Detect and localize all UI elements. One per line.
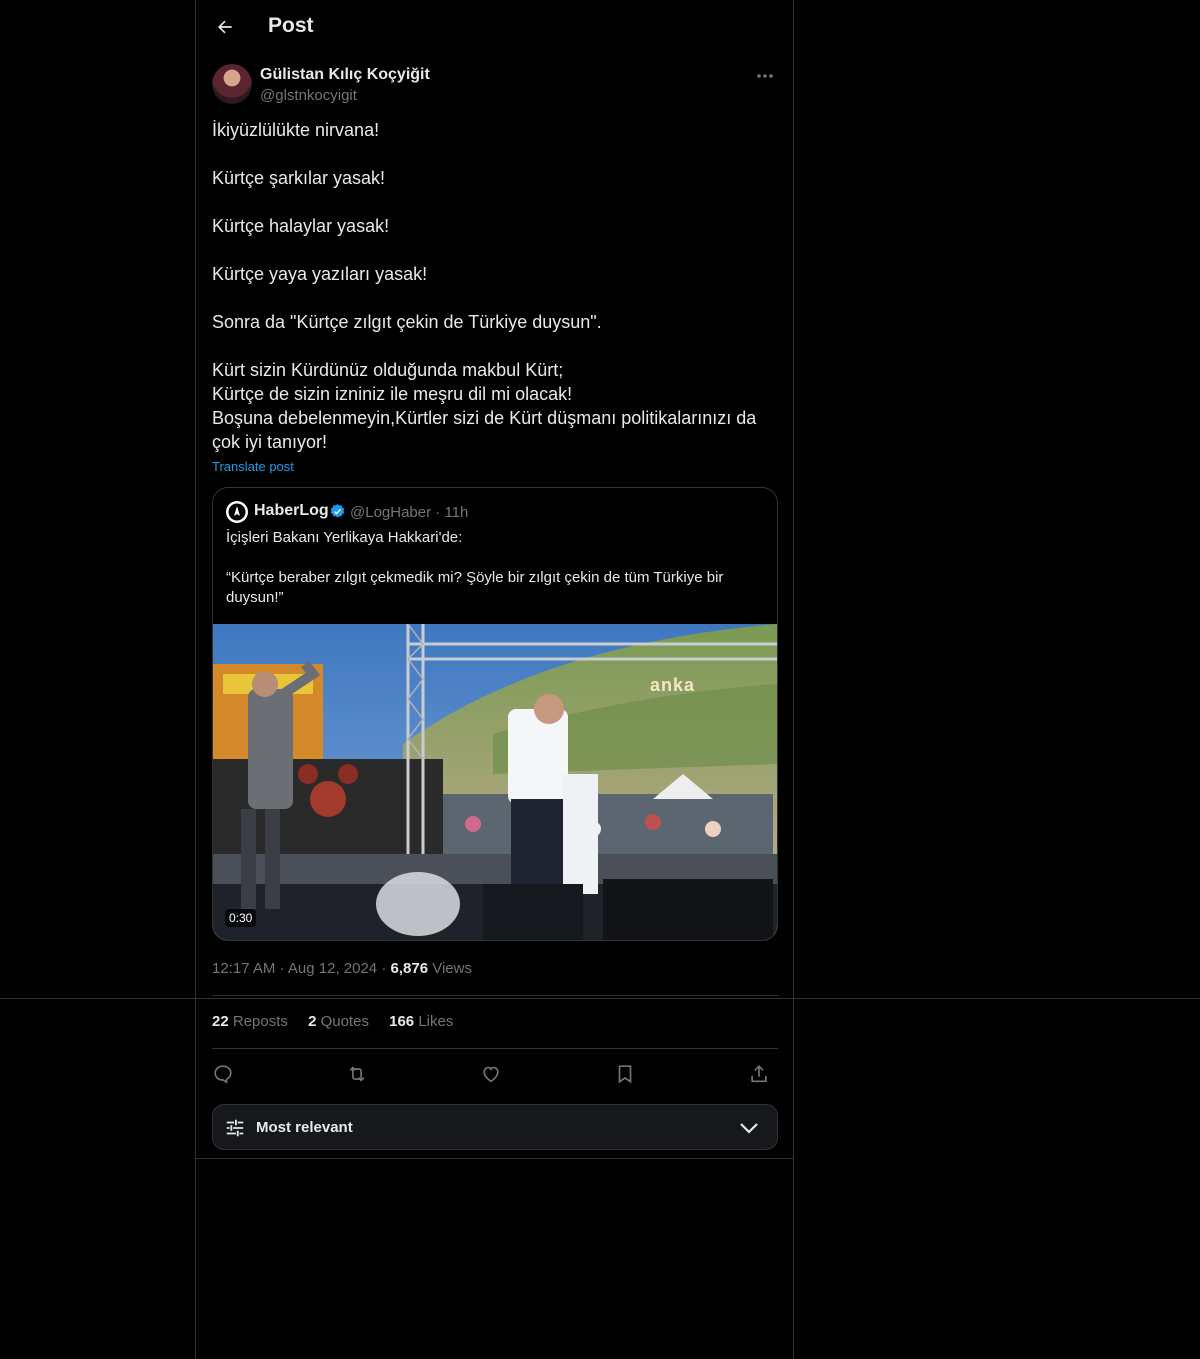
post-text-line: Kürtçe de sizin izniniz ile meşru dil mi…: [212, 384, 573, 404]
video-player[interactable]: anka 0:30: [213, 624, 777, 940]
video-duration: 0:30: [225, 909, 257, 927]
post-text-line: Kürt sizin Kürdünüz olduğunda makbul Kür…: [212, 360, 564, 380]
repost-icon: [349, 1066, 365, 1082]
back-button[interactable]: [212, 14, 238, 40]
divider: [212, 1048, 778, 1049]
quoted-author-handle[interactable]: @LogHaber: [350, 504, 431, 521]
post-text-line: İkiyüzlülükte nirvana!: [212, 120, 380, 140]
verified-badge-icon: [330, 504, 345, 518]
reposts-label: Reposts: [232, 1013, 288, 1030]
post-date[interactable]: Aug 12, 2024: [288, 960, 377, 977]
likes-count: 166: [389, 1013, 415, 1030]
page-title: Post: [268, 14, 314, 37]
page-header: Post: [196, 0, 795, 54]
quotes-label: Quotes: [320, 1013, 369, 1030]
repost-button[interactable]: [342, 1060, 372, 1088]
post-text-line: Kürtçe yaya yazıları yasak!: [212, 264, 428, 284]
share-button[interactable]: [744, 1060, 774, 1088]
quoted-text: İçişleri Bakanı Yerlikaya Hakkari'de: “K…: [226, 528, 766, 608]
chevron-down-icon: [740, 1123, 758, 1134]
post-text: İkiyüzlülükte nirvana! Kürtçe şarkılar y…: [212, 118, 779, 454]
reposts-count: 22: [212, 1013, 229, 1030]
video-thumbnail: [213, 624, 777, 940]
post-time[interactable]: 12:17 AM: [212, 960, 275, 977]
views-label: Views: [432, 960, 472, 977]
reply-sort-dropdown[interactable]: Most relevant: [212, 1104, 778, 1150]
meta-separator: ·: [279, 960, 288, 977]
video-watermark: anka: [650, 675, 696, 695]
author-handle[interactable]: @glstnkocyigit: [260, 87, 357, 104]
author-name[interactable]: Gülistan Kılıç Koçyiğit: [260, 66, 430, 84]
reposts-stat[interactable]: 22 Reposts: [212, 1013, 288, 1030]
quotes-stat[interactable]: 2 Quotes: [308, 1013, 369, 1030]
translate-post-link[interactable]: Translate post: [212, 459, 294, 474]
quoted-author-avatar[interactable]: [226, 501, 248, 523]
author-avatar[interactable]: [212, 64, 252, 104]
back-arrow-icon: [218, 20, 232, 34]
quoted-text-line: duysun!”: [226, 589, 284, 606]
sort-label: Most relevant: [256, 1119, 353, 1136]
reply-icon: [214, 1065, 232, 1084]
post-text-line: Boşuna debelenmeyin,Kürtler sizi de Kürt…: [212, 408, 757, 428]
quoted-post[interactable]: HaberLog @LogHaber · 11h İçişleri Bakanı…: [212, 487, 778, 941]
share-icon: [751, 1065, 767, 1083]
quoted-author-name[interactable]: HaberLog: [254, 502, 329, 520]
haberlog-logo-icon: [228, 503, 246, 521]
sliders-icon: [226, 1119, 244, 1137]
post-text-line: Sonra da "Kürtçe zılgıt çekin de Türkiye…: [212, 312, 602, 332]
post-meta: 12:17 AM · Aug 12, 2024 · 6,876 Views: [212, 960, 472, 977]
likes-label: Likes: [418, 1013, 454, 1030]
bookmark-button[interactable]: [610, 1060, 640, 1088]
like-button[interactable]: [476, 1060, 506, 1088]
likes-stat[interactable]: 166 Likes: [389, 1013, 453, 1030]
reply-button[interactable]: [208, 1060, 238, 1088]
post-column: Post Gülistan Kılıç Koçyiğit @glstnkocyi…: [195, 0, 794, 1359]
bookmark-icon: [618, 1065, 632, 1084]
quoted-text-line: “Kürtçe beraber zılgıt çekmedik mi? Şöyl…: [226, 569, 724, 586]
more-icon: [757, 74, 773, 78]
action-bar: [212, 1058, 778, 1088]
meta-separator: ·: [381, 960, 391, 977]
quoted-post-age[interactable]: 11h: [444, 504, 468, 521]
post-author: Gülistan Kılıç Koçyiğit @glstnkocyigit: [212, 64, 779, 108]
more-button[interactable]: [751, 66, 779, 86]
post-text-line: Kürtçe halaylar yasak!: [212, 216, 390, 236]
engagement-stats: 22 Reposts 2 Quotes 166 Likes: [212, 1013, 469, 1030]
like-icon: [483, 1066, 499, 1083]
quoted-text-line: İçişleri Bakanı Yerlikaya Hakkari'de:: [226, 529, 463, 546]
post-text-line: çok iyi tanıyor!: [212, 432, 328, 452]
views-count: 6,876: [390, 960, 429, 977]
post-text-line: Kürtçe şarkılar yasak!: [212, 168, 386, 188]
divider: [212, 995, 778, 996]
quotes-count: 2: [308, 1013, 317, 1030]
quoted-meta: @LogHaber · 11h: [350, 504, 468, 521]
